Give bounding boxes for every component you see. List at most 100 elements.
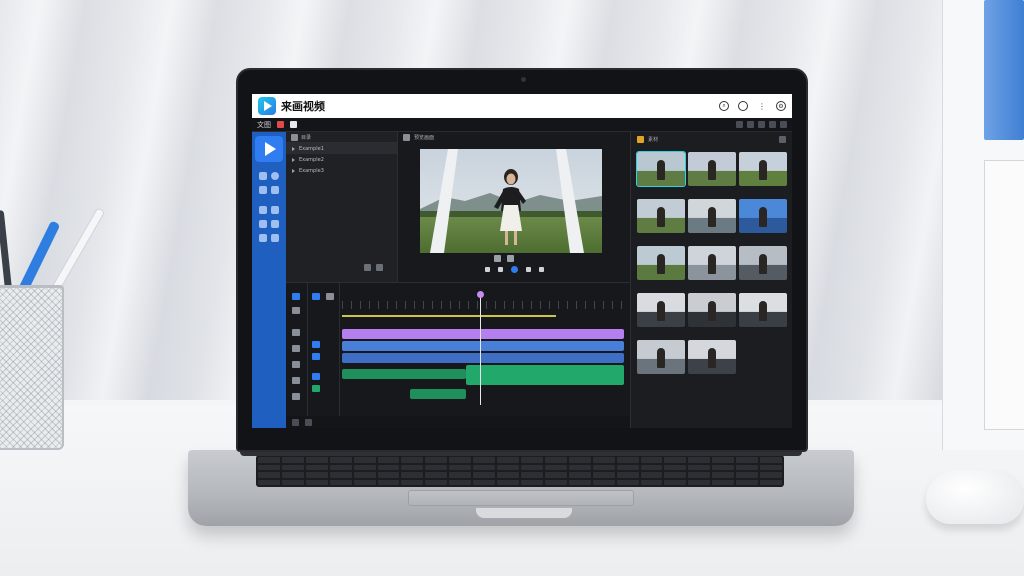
- chat-icon[interactable]: [738, 101, 748, 111]
- track-mute-icon[interactable]: [312, 353, 320, 360]
- crop-icon[interactable]: [292, 345, 300, 352]
- text-clip[interactable]: [342, 329, 624, 339]
- media-folder-item[interactable]: Example2: [286, 154, 397, 165]
- play-button[interactable]: [510, 265, 518, 273]
- fullscreen-icon[interactable]: [507, 255, 514, 262]
- filter-icon[interactable]: [779, 135, 786, 143]
- asset-thumbnail[interactable]: [739, 293, 787, 327]
- mirror-icon[interactable]: [292, 377, 300, 384]
- more-icon[interactable]: ⋮: [757, 101, 767, 111]
- template-tool-icon[interactable]: [271, 220, 279, 228]
- audio-track-icon[interactable]: [312, 385, 320, 392]
- play-icon[interactable]: [290, 121, 297, 128]
- adjust-tool-icon[interactable]: [271, 206, 279, 214]
- keyboard-key: [640, 464, 663, 470]
- keyboard-key: [258, 464, 280, 470]
- tool-rail: [252, 132, 286, 428]
- keyboard-key: [497, 457, 519, 463]
- skip-forward-icon[interactable]: [538, 266, 544, 272]
- timeline-ruler[interactable]: [342, 301, 624, 309]
- effects-tool-icon[interactable]: [259, 186, 267, 194]
- asset-thumbnail[interactable]: [739, 152, 787, 186]
- playback-controls: [398, 262, 630, 276]
- asset-thumbnail[interactable]: [636, 151, 686, 187]
- keyboard-key: [377, 479, 400, 485]
- keyboard-key: [473, 457, 496, 463]
- media-folder-label: Example1: [299, 145, 324, 152]
- caption-tool-icon[interactable]: [259, 234, 267, 242]
- toolbar-icon[interactable]: [758, 121, 765, 128]
- track-lock-icon[interactable]: [312, 341, 320, 348]
- asset-thumbnail[interactable]: [688, 293, 736, 327]
- keyboard-key: [712, 457, 735, 463]
- keyboard-key: [329, 472, 352, 478]
- delete-icon[interactable]: [292, 329, 300, 336]
- asset-thumbnail[interactable]: [688, 199, 736, 233]
- media-folder-item[interactable]: Example3: [286, 165, 397, 176]
- filter-tool-icon[interactable]: [259, 206, 267, 214]
- undo-icon[interactable]: [292, 418, 299, 426]
- app-titlebar: 来画视频 ⌕ ⋮ ⚙: [252, 94, 792, 118]
- asset-thumbnail[interactable]: [637, 246, 685, 280]
- asset-thumbnail[interactable]: [688, 246, 736, 280]
- record-icon[interactable]: [277, 121, 284, 128]
- video-preview[interactable]: [420, 149, 602, 253]
- keyboard-key: [281, 457, 304, 463]
- asset-thumbnail[interactable]: [637, 293, 685, 327]
- computer-mouse: [926, 470, 1024, 524]
- fit-icon[interactable]: [494, 255, 501, 262]
- list-view-icon[interactable]: [376, 264, 383, 271]
- star-icon[interactable]: [637, 135, 644, 143]
- split-tool-icon[interactable]: [292, 307, 300, 314]
- preview-title: 预览画面: [414, 135, 435, 141]
- toolbar-icon[interactable]: [736, 121, 743, 128]
- sound-effect-clip[interactable]: [410, 389, 466, 399]
- asset-thumbnail[interactable]: [688, 152, 736, 186]
- step-back-icon[interactable]: [497, 266, 503, 272]
- media-folder-item[interactable]: Example1: [286, 143, 397, 154]
- audio-clip[interactable]: [466, 365, 624, 385]
- import-icon[interactable]: [364, 264, 371, 271]
- settings-icon[interactable]: ⚙: [776, 101, 786, 111]
- asset-thumbnail[interactable]: [739, 246, 787, 280]
- sticker-tool-icon[interactable]: [271, 172, 279, 180]
- speed-icon[interactable]: [292, 361, 300, 368]
- asset-thumbnail[interactable]: [739, 199, 787, 233]
- thumbnail-subject: [657, 348, 665, 368]
- playhead-handle[interactable]: [477, 291, 484, 298]
- skip-back-icon[interactable]: [484, 266, 490, 272]
- work-area-bar: [342, 315, 556, 317]
- rotate-icon[interactable]: [292, 393, 300, 400]
- audio-tool-icon[interactable]: [259, 220, 267, 228]
- toolbar-icon[interactable]: [769, 121, 776, 128]
- magnet-icon[interactable]: [312, 293, 320, 300]
- video-clip[interactable]: [342, 353, 624, 363]
- toolbar-icon[interactable]: [780, 121, 787, 128]
- asset-thumbnail[interactable]: [637, 340, 685, 374]
- keyboard-key: [305, 472, 328, 478]
- keyboard-key: [258, 457, 280, 463]
- toolbar-icon[interactable]: [747, 121, 754, 128]
- keyboard-key: [353, 464, 376, 470]
- asset-thumbnail[interactable]: [688, 340, 736, 374]
- transition-tool-icon[interactable]: [271, 186, 279, 194]
- thumbnail-subject: [759, 254, 767, 274]
- export-tool-icon[interactable]: [271, 234, 279, 242]
- link-icon[interactable]: [326, 293, 334, 300]
- select-tool-icon[interactable]: [292, 293, 300, 300]
- track-visibility-icon[interactable]: [312, 373, 320, 380]
- keyboard-key: [473, 464, 496, 470]
- asset-thumbnail[interactable]: [637, 199, 685, 233]
- step-forward-icon[interactable]: [525, 266, 531, 272]
- menu-file[interactable]: 文图: [257, 120, 271, 130]
- video-clip[interactable]: [342, 341, 624, 351]
- media-tool-button[interactable]: [255, 136, 283, 162]
- thumbnail-subject: [657, 301, 665, 321]
- playhead[interactable]: [480, 295, 481, 405]
- audio-clip[interactable]: [342, 369, 466, 379]
- text-tool-icon[interactable]: [259, 172, 267, 180]
- keyboard-key: [401, 464, 424, 470]
- redo-icon[interactable]: [305, 418, 312, 426]
- search-icon[interactable]: ⌕: [719, 101, 729, 111]
- keyboard-key: [449, 457, 472, 463]
